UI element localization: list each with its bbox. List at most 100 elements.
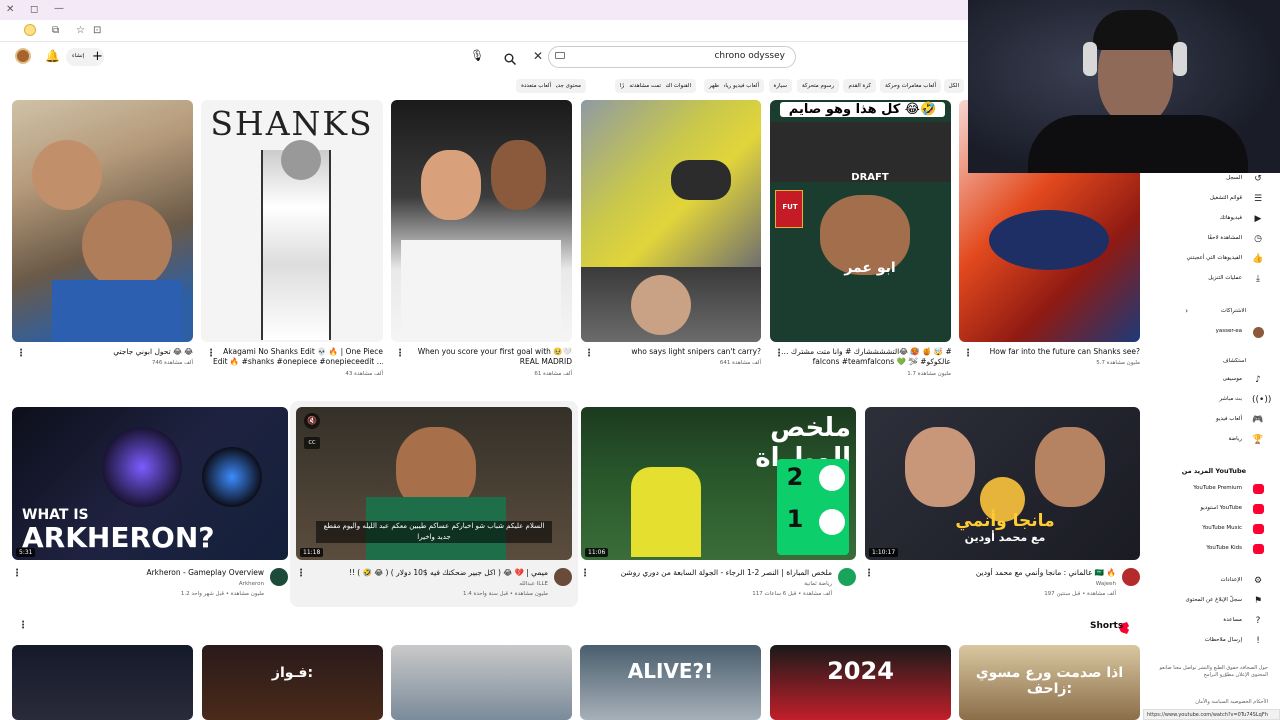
video-thumbnail-meme[interactable]: 🔇 CC السلام عليكم شباب شو اخباركم عساكم … xyxy=(296,407,572,560)
channel-name[interactable]: Wajeeh xyxy=(1096,581,1116,588)
bell-icon[interactable]: 🔔 xyxy=(45,49,60,63)
more-options-icon[interactable]: ⋮ xyxy=(296,569,306,579)
star-icon[interactable]: ☆ xyxy=(76,25,85,37)
video-title[interactable]: Akagami No Shanks Edit 💀 🔥 | One Piece Ed… xyxy=(213,347,383,367)
video-thumbnail-5[interactable]: SHANKS xyxy=(201,100,383,342)
video-title[interactable]: who says light snipers can't carry? xyxy=(591,347,761,357)
channel-avatar[interactable] xyxy=(270,568,288,586)
video-title[interactable]: How far into the future can Shanks see? xyxy=(970,347,1140,357)
video-thumbnail-3[interactable] xyxy=(581,100,761,342)
keyboard-icon[interactable] xyxy=(555,52,565,59)
sidebar-item[interactable]: ↺ السجل xyxy=(1160,173,1270,187)
glow-shape xyxy=(102,427,182,507)
chip-0[interactable]: الكل xyxy=(943,79,964,93)
channel-avatar[interactable] xyxy=(554,568,572,586)
more-options-icon[interactable]: ⋮ xyxy=(774,349,784,359)
more-options-icon[interactable]: ⋮ xyxy=(206,349,216,359)
chip-4[interactable]: سيارة xyxy=(768,79,792,93)
video-thumbnail-2[interactable]: كل هذا وهو صايم 😂🤣 FUT DRAFT ابو عمر xyxy=(770,100,951,342)
sidebar-item[interactable]: ? مساعدة xyxy=(1160,615,1270,629)
video-thumbnail-arkheron[interactable]: WHAT IS ARKHERON? 5:31 xyxy=(12,407,288,560)
chip-3[interactable]: رسوم متحركة xyxy=(796,79,839,93)
video-title[interactable]: !! ( 🤣 😂 ) ( اكل جبير ضحكتك فيه $10 دولا… xyxy=(308,568,548,578)
sidebar-item[interactable]: YouTube Kids xyxy=(1160,543,1270,557)
sidebar-item[interactable]: ⤓ عمليات التنزيل xyxy=(1160,273,1270,287)
sidebar-item-label: الفيديوهات التي أعجبتني xyxy=(1186,255,1242,261)
video-thumbnail-manga[interactable]: مانجا وأنمي مع محمد أودين 1:10:17 xyxy=(865,407,1140,560)
sidebar-item[interactable]: yasser-ea xyxy=(1160,326,1270,340)
sidebar-item-label: موسيقى xyxy=(1222,376,1242,382)
mute-icon[interactable]: 🔇 xyxy=(304,413,320,429)
profile-icon[interactable] xyxy=(24,24,36,36)
more-options-icon[interactable]: ⋮ xyxy=(864,569,874,579)
search-icon[interactable] xyxy=(504,50,517,66)
more-options-icon[interactable]: ⋮ xyxy=(16,349,26,359)
clear-search-icon[interactable]: ✕ xyxy=(533,49,543,63)
more-options-icon[interactable]: ⋮ xyxy=(580,569,590,579)
extensions-icon[interactable]: ⊡ xyxy=(93,25,101,37)
short-overlay: 2024 xyxy=(827,657,894,685)
short-thumbnail[interactable]: فـواز: xyxy=(202,645,383,720)
short-thumbnail[interactable]: اذا صدمت ورع مسوي زاحف: xyxy=(959,645,1140,720)
video-title[interactable]: … وانا متت مشترك ‎#التششششارك ‏😂 🥵 🍯 🤯 ‎… xyxy=(781,347,951,367)
more-options-icon[interactable]: ⋮ xyxy=(12,569,22,579)
sidebar-item[interactable]: YouTube Music xyxy=(1160,523,1270,537)
sidebar-item[interactable]: ☰ قوائم التشغيل xyxy=(1160,193,1270,207)
player-shape xyxy=(631,467,701,557)
sidebar-item-label: ألعاب فيديو xyxy=(1215,416,1242,422)
sidebar-item[interactable]: ♪ موسيقى xyxy=(1160,374,1270,388)
sidebar-item[interactable]: YouTube Premium xyxy=(1160,483,1270,497)
create-button[interactable]: + إنشاء xyxy=(66,48,104,66)
more-options-icon[interactable]: ⋮ xyxy=(963,349,973,359)
more-options-icon[interactable]: ⋮ xyxy=(395,349,405,359)
channel-avatar[interactable] xyxy=(838,568,856,586)
sidebar-item[interactable]: 🎮 ألعاب فيديو xyxy=(1160,414,1270,428)
short-thumbnail[interactable] xyxy=(12,645,193,720)
sidebar-item[interactable]: 🏆 رياضة xyxy=(1160,434,1270,448)
sidebar-item[interactable]: ⚙ الإعدادات xyxy=(1160,575,1270,589)
sidebar-item[interactable]: ! إرسال ملاحظات xyxy=(1160,635,1270,649)
minimize-icon[interactable]: ✕ xyxy=(6,4,14,16)
search-input[interactable]: ✕ chrono odyssey xyxy=(533,46,796,68)
channel-name[interactable]: رياضة ثمانية xyxy=(804,581,832,588)
sidebar-footer-2: الأحكام الخصوصية السياسة والأمان xyxy=(1195,699,1268,705)
sidebar-item[interactable]: ▶ فيديوهاتك xyxy=(1160,213,1270,227)
chip-6[interactable]: ظهر xyxy=(704,79,724,93)
video-title[interactable]: Arkheron - Gameplay Overview xyxy=(24,568,264,578)
channel-avatar[interactable] xyxy=(1122,568,1140,586)
channel-name[interactable]: Arkheron xyxy=(239,581,264,588)
shorts-heading: Shorts xyxy=(1090,621,1124,631)
sidebar-item[interactable]: ((•)) بث مباشر xyxy=(1160,394,1271,408)
channel-name[interactable]: عبدالله ILLE xyxy=(519,581,548,588)
chip-10[interactable]: ألعاب متعددة xyxy=(516,79,556,93)
sports-icon: 🏆 xyxy=(1252,435,1264,445)
more-options-icon[interactable]: ⋮ xyxy=(18,621,28,631)
restore-icon[interactable]: ◻ xyxy=(30,4,38,16)
more-options-icon[interactable]: ⋮ xyxy=(584,349,594,359)
video-thumbnail-6[interactable] xyxy=(12,100,193,342)
chip-1[interactable]: ألعاب مغامرات وحركة xyxy=(880,79,941,93)
video-thumbnail-match[interactable]: ملخص المباراة 2 1 11:06 xyxy=(581,407,856,560)
avatar[interactable] xyxy=(15,48,31,64)
mic-icon[interactable]: 🎙 xyxy=(470,49,484,62)
sidebar-item[interactable]: 👍 الفيديوهات التي أعجبتني xyxy=(1160,253,1270,267)
video-thumbnail-4[interactable] xyxy=(391,100,572,342)
chevron-icon[interactable]: › xyxy=(1185,307,1188,315)
short-thumbnail[interactable]: 2024 xyxy=(770,645,951,720)
video-meta: 43 ألف مشاهدة xyxy=(345,371,383,377)
sidebar-item[interactable]: ◷ المشاهدة لاحقًا xyxy=(1160,233,1270,247)
captions-icon[interactable]: CC xyxy=(304,437,320,449)
video-title[interactable]: When you score your first goal with 🥹🤍 RE… xyxy=(402,347,572,367)
sidebar-footer: حول الصحافة حقوق الطبع والنشر تواصل معنا… xyxy=(1159,665,1269,678)
video-title[interactable]: عالماني : مانجا وأنمي مع محمد أودين 🇸🇦 🔥 xyxy=(876,568,1116,578)
chip-8[interactable]: تمت مشاهدته xyxy=(624,79,666,93)
tab-icon[interactable]: ⧉ xyxy=(52,25,59,37)
video-title[interactable]: ملخص المباراة | النصر 2-1 الرجاء - الجول… xyxy=(592,568,832,578)
sidebar-item[interactable]: استوديو YouTube xyxy=(1160,503,1270,517)
sidebar-item[interactable]: ⚑ سجلّ الإبلاغ عن المحتوى xyxy=(1160,595,1270,609)
video-title[interactable]: تحول ابوني جاجتي 😂 😂 xyxy=(23,347,193,357)
chip-2[interactable]: كرة القدم xyxy=(843,79,876,93)
short-thumbnail[interactable]: ALIVE?! xyxy=(580,645,761,720)
short-thumbnail[interactable] xyxy=(391,645,572,720)
close-window-icon[interactable]: — xyxy=(54,3,64,15)
